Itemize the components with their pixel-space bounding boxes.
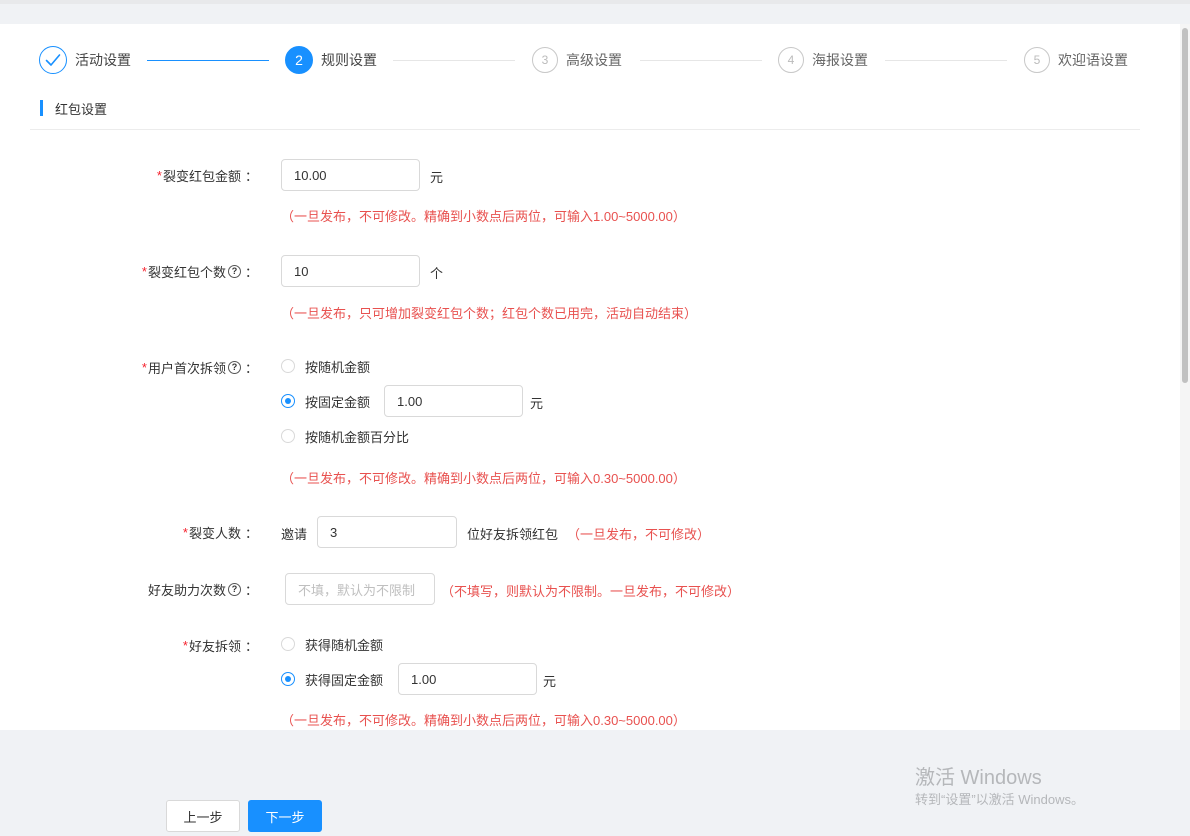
radio-button[interactable] — [281, 637, 295, 651]
top-strip — [0, 0, 1190, 24]
step-advanced[interactable]: 3 高级设置 — [532, 44, 622, 76]
invite-label: * 裂变人数： — [182, 524, 258, 541]
radio-fixed-amount[interactable]: 按固定金额 — [281, 385, 370, 417]
step-connector — [885, 60, 1007, 61]
vertical-scrollbar[interactable] — [1180, 24, 1190, 730]
step-number: 5 — [1024, 47, 1050, 73]
invite-suffix: 位好友拆领红包 — [467, 527, 559, 542]
step-label: 海报设置 — [812, 52, 868, 68]
activation-watermark-subtitle: 转到“设置”以激活 Windows。 — [915, 792, 1085, 807]
footer: 上一步 下一步 激活 Windows 转到“设置”以激活 Windows。 — [0, 730, 1190, 836]
radio-button[interactable] — [281, 672, 295, 686]
amount-input[interactable]: 10.00 — [281, 159, 420, 191]
check-icon — [39, 46, 67, 74]
step-number: 3 — [532, 47, 558, 73]
friend-open-unit: 元 — [543, 674, 557, 689]
first-open-unit: 元 — [530, 396, 544, 411]
divider — [30, 129, 1140, 130]
radio-button[interactable] — [281, 394, 295, 408]
count-unit: 个 — [430, 266, 444, 281]
radio-button[interactable] — [281, 429, 295, 443]
step-rules[interactable]: 2 规则设置 — [285, 44, 377, 76]
amount-label: * 裂变红包金额： — [156, 167, 258, 184]
first-open-hint: （一旦发布，不可修改。精确到小数点后两位，可输入0.30~5000.00） — [281, 471, 686, 486]
invite-hint: （一旦发布，不可修改） — [567, 527, 711, 542]
radio-random-percent[interactable]: 按随机金额百分比 — [281, 420, 409, 452]
invite-input[interactable]: 3 — [317, 516, 457, 548]
invite-prefix: 邀请 — [281, 527, 308, 542]
question-circle-icon[interactable]: ? — [227, 264, 241, 278]
section-header: 红包设置 — [40, 100, 108, 117]
scrollbar-thumb[interactable] — [1182, 28, 1188, 383]
step-label: 规则设置 — [321, 52, 377, 68]
count-label: * 裂变红包个数?： — [141, 263, 258, 280]
steps-bar: 活动设置 2 规则设置 3 高级设置 4 海报设置 5 欢迎语设置 — [30, 44, 1140, 76]
assist-label: 好友助力次数?： — [147, 582, 258, 598]
friend-open-label: * 好友拆领： — [182, 637, 258, 654]
radio-button[interactable] — [281, 359, 295, 373]
step-number: 2 — [285, 46, 313, 74]
step-number: 4 — [778, 47, 804, 73]
step-connector — [393, 60, 515, 61]
step-connector — [147, 60, 269, 61]
activation-watermark-title: 激活 Windows — [915, 767, 1042, 789]
first-open-label: * 用户首次拆领?： — [141, 359, 258, 376]
assist-input[interactable]: 不填，默认为不限制 — [285, 573, 435, 605]
question-circle-icon[interactable]: ? — [227, 582, 241, 596]
step-welcome[interactable]: 5 欢迎语设置 — [1024, 44, 1128, 76]
assist-hint: （不填写，则默认为不限制。一旦发布，不可修改） — [441, 584, 741, 599]
friend-open-hint: （一旦发布，不可修改。精确到小数点后两位，可输入0.30~5000.00） — [281, 713, 686, 728]
first-open-fixed-input[interactable]: 1.00 — [384, 385, 523, 417]
step-label: 高级设置 — [566, 52, 622, 68]
amount-unit: 元 — [430, 170, 444, 185]
count-hint: （一旦发布，只可增加裂变红包个数；红包个数已用完，活动自动结束） — [281, 306, 698, 321]
next-step-button[interactable]: 下一步 — [248, 800, 322, 832]
radio-friend-random[interactable]: 获得随机金额 — [281, 628, 383, 660]
step-poster[interactable]: 4 海报设置 — [778, 44, 868, 76]
section-accent-bar — [40, 100, 43, 116]
main-card: 活动设置 2 规则设置 3 高级设置 4 海报设置 5 欢迎语设置 红包设置 *… — [0, 24, 1180, 730]
friend-open-fixed-input[interactable]: 1.00 — [398, 663, 537, 695]
step-activity[interactable]: 活动设置 — [39, 44, 131, 76]
prev-step-button[interactable]: 上一步 — [166, 800, 240, 832]
radio-friend-fixed[interactable]: 获得固定金额 — [281, 663, 383, 695]
radio-random-amount[interactable]: 按随机金额 — [281, 350, 370, 382]
count-input[interactable]: 10 — [281, 255, 420, 287]
amount-hint: （一旦发布，不可修改。精确到小数点后两位，可输入1.00~5000.00） — [281, 209, 686, 224]
question-circle-icon[interactable]: ? — [227, 360, 241, 374]
step-label: 活动设置 — [75, 52, 131, 68]
step-connector — [640, 60, 762, 61]
section-title: 红包设置 — [55, 101, 108, 117]
step-label: 欢迎语设置 — [1058, 52, 1128, 68]
